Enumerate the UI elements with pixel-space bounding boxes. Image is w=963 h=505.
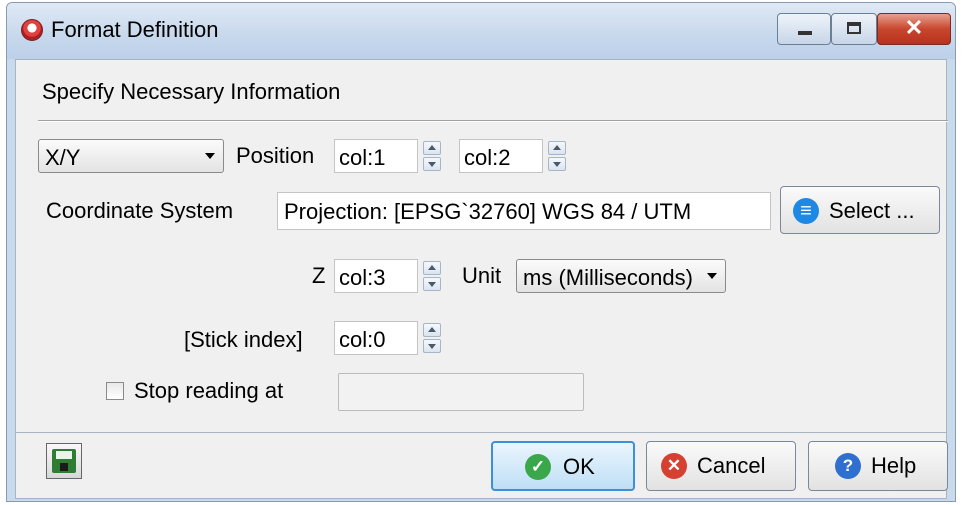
close-icon: ✕ [904,15,924,40]
stop-reading-field [338,373,584,411]
stop-reading-label: Stop reading at [134,378,284,403]
title-bar[interactable]: Format Definition ✕ [7,3,955,59]
help-icon: ? [835,453,861,479]
save-icon [52,449,76,473]
list-icon: ≡ [793,198,819,224]
position-y-col-value: col:2 [464,145,511,170]
spin-down-icon[interactable] [423,339,441,353]
minimize-button[interactable] [777,13,831,45]
coordinate-system-value: Projection: [EPSG`32760] WGS 84 / UTM [284,199,692,224]
minimize-icon [798,31,812,35]
z-label: Z [312,263,326,288]
ok-button-label: OK [563,454,595,479]
spin-down-icon[interactable] [423,157,441,171]
spin-up-icon[interactable] [548,141,566,155]
coordinate-system-label: Coordinate System [46,198,234,223]
spin-up-icon[interactable] [423,323,441,337]
app-icon [21,19,43,41]
coordinate-system-field[interactable]: Projection: [EPSG`32760] WGS 84 / UTM [277,192,771,230]
chevron-down-icon [707,273,717,279]
header-separator [38,120,948,122]
position-type-dropdown[interactable]: X/Y [38,139,224,173]
dialog-footer: ✓ OK ✕ Cancel ? Help [15,433,948,499]
position-x-col-value: col:1 [339,145,386,170]
cancel-button[interactable]: ✕ Cancel [646,441,796,491]
help-button-label: Help [871,453,917,478]
cancel-button-label: Cancel [697,453,766,478]
close-button[interactable]: ✕ [877,13,951,45]
save-format-button[interactable] [46,443,82,479]
chevron-down-icon [205,153,215,159]
position-label: Position [236,143,315,168]
unit-dropdown[interactable]: ms (Milliseconds) [516,259,726,293]
spin-up-icon[interactable] [423,141,441,155]
stick-index-col-field[interactable]: col:0 [334,321,441,355]
position-x-col-field[interactable]: col:1 [334,139,441,173]
dialog-content: Specify Necessary Information X/Y Positi… [15,59,948,433]
spin-down-icon[interactable] [423,277,441,291]
unit-label: Unit [462,263,502,288]
help-button[interactable]: ? Help [808,441,948,491]
stick-index-label: [Stick index] [184,327,303,352]
z-col-spinner[interactable] [423,261,441,291]
ok-button[interactable]: ✓ OK [491,441,635,491]
position-y-spinner[interactable] [548,141,566,171]
maximize-icon [847,22,861,34]
select-button-label: Select ... [829,198,915,223]
select-coordinate-system-button[interactable]: ≡ Select ... [780,186,940,234]
format-definition-window: Format Definition ✕ Specify Necessary In… [6,2,956,502]
position-y-col-field[interactable]: col:2 [459,139,566,173]
stop-reading-checkbox[interactable] [106,382,124,400]
window-title: Format Definition [51,17,219,42]
stick-index-col-value: col:0 [339,327,386,352]
unit-value: ms (Milliseconds) [523,265,693,290]
spin-up-icon[interactable] [423,261,441,275]
section-header: Specify Necessary Information [42,79,341,104]
position-x-spinner[interactable] [423,141,441,171]
spin-down-icon[interactable] [548,157,566,171]
position-type-value: X/Y [45,145,81,170]
z-col-value: col:3 [339,265,386,290]
maximize-button[interactable] [831,13,877,45]
cancel-icon: ✕ [661,453,687,479]
z-col-field[interactable]: col:3 [334,259,441,293]
checkmark-icon: ✓ [525,454,551,480]
stick-index-spinner[interactable] [423,323,441,353]
